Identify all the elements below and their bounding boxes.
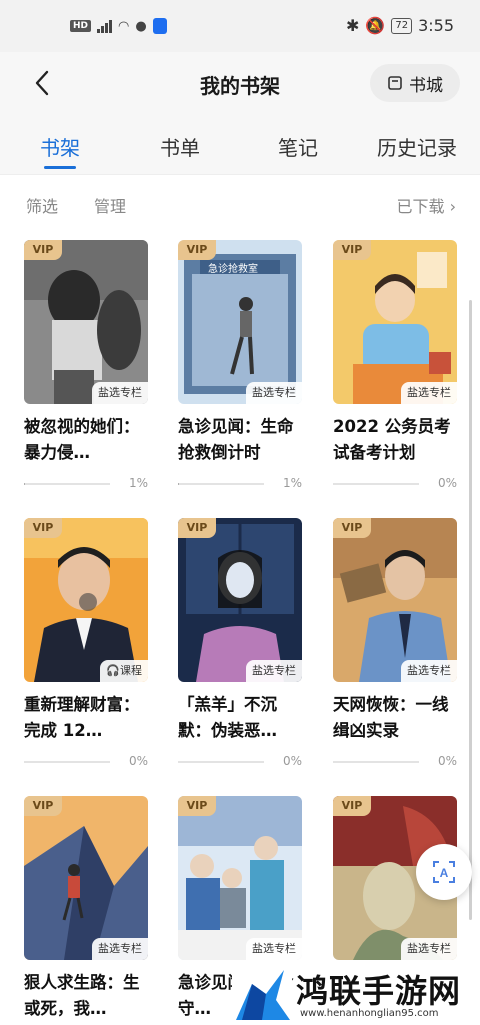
app-shield-icon — [152, 18, 167, 34]
bookstore-label: 书城 — [409, 75, 443, 96]
book-cover[interactable]: VIP 盐选专栏 — [178, 518, 302, 682]
nav-bar: 我的书架 书城 — [0, 52, 480, 118]
chevron-right-icon: › — [449, 197, 456, 216]
book-card[interactable]: VIP 🎧课程 重新理解财富：完成 12… 0% — [24, 518, 148, 770]
tab-bar: 书架 书单 笔记 历史记录 — [0, 118, 480, 174]
book-cover[interactable]: 急诊抢救室 VIP 盐选专栏 — [178, 240, 302, 404]
headphones-icon: 🎧 — [106, 664, 120, 677]
reading-progress: 0% — [178, 754, 302, 770]
column-tag: 盐选专栏 — [401, 382, 457, 404]
4g-signal-icon — [97, 19, 113, 33]
watermark-url: www.henanhonglian95.com — [300, 1008, 439, 1019]
book-cover[interactable]: VIP 盐选专栏 — [24, 240, 148, 404]
text-recognition-button[interactable]: A — [416, 844, 472, 900]
hd-icon: HD — [70, 20, 92, 32]
book-card[interactable]: VIP 盐选专栏 被忽视的她们：暴力侵… 1% — [24, 240, 148, 492]
column-tag: 盐选专栏 — [246, 382, 302, 404]
book-title: 急诊见闻：生命抢救倒计时 — [178, 417, 294, 462]
tab-bookshelf[interactable]: 书架 — [40, 132, 80, 161]
book-cover[interactable]: VIP 盐选专栏 — [333, 240, 457, 404]
vip-badge: VIP — [333, 518, 371, 538]
book-cover[interactable]: VIP 盐选专栏 — [178, 796, 302, 960]
column-tag: 盐选专栏 — [92, 382, 148, 404]
reading-progress: 0% — [24, 754, 148, 770]
vip-badge: VIP — [333, 796, 371, 816]
downloaded-link[interactable]: 已下载 › — [396, 193, 456, 217]
vip-badge: VIP — [333, 240, 371, 260]
reading-progress: 1% — [178, 476, 302, 492]
cover-illustration — [333, 240, 457, 404]
clock: 3:55 — [418, 16, 454, 35]
book-cover[interactable]: VIP 🎧课程 — [24, 518, 148, 682]
reading-progress: 0% — [333, 476, 457, 492]
cover-sign: 急诊抢救室 — [208, 264, 258, 275]
progress-percent: 1% — [282, 476, 302, 490]
mute-icon: 🔕 — [365, 16, 386, 35]
vip-badge: VIP — [178, 796, 216, 816]
progress-percent: 0% — [437, 476, 457, 490]
reading-progress: 1% — [24, 476, 148, 492]
book-title: 重新理解财富：完成 12… — [24, 695, 140, 740]
vip-badge: VIP — [24, 796, 62, 816]
bluetooth-icon: ✱ — [346, 16, 360, 35]
book-title: 天网恢恢：一线缉凶实录 — [333, 695, 449, 740]
tab-notes[interactable]: 笔记 — [278, 132, 318, 161]
cover-illustration — [24, 240, 148, 404]
scan-text-icon: A — [433, 861, 455, 883]
cover-illustration — [24, 796, 148, 960]
filter-button[interactable]: 筛选 — [26, 193, 58, 217]
book-cover[interactable]: VIP 盐选专栏 — [24, 796, 148, 960]
column-tag: 盐选专栏 — [401, 660, 457, 682]
book-title: 2022 公务员考试备考计划 — [333, 417, 451, 462]
scrollbar[interactable] — [469, 300, 472, 920]
book-title: 「羔羊」不沉默：伪装恶… — [178, 695, 277, 740]
vip-badge: VIP — [24, 518, 62, 538]
watermark-text: 鸿联手游网 — [296, 972, 462, 1010]
course-tag: 🎧课程 — [100, 660, 148, 682]
column-tag: 盐选专栏 — [92, 938, 148, 960]
vip-badge: VIP — [178, 240, 216, 260]
column-tag: 盐选专栏 — [401, 938, 457, 960]
shelf-toolbar: 筛选 管理 已下载 › — [0, 174, 480, 230]
site-watermark: 鸿联手游网 www.henanhonglian95.com — [232, 964, 480, 1025]
progress-percent: 0% — [282, 754, 302, 768]
status-left-icons: HD ◠ ● — [70, 18, 167, 34]
book-card[interactable]: 急诊抢救室 VIP 盐选专栏 急诊见闻：生命抢救倒计时 1% — [178, 240, 302, 492]
status-bar: HD ◠ ● ✱ 🔕 72 3:55 — [0, 0, 480, 52]
vip-badge: VIP — [24, 240, 62, 260]
bookstore-button[interactable]: 书城 — [370, 64, 460, 102]
wechat-icon: ● — [135, 18, 147, 34]
cover-illustration — [24, 518, 148, 682]
progress-percent: 1% — [128, 476, 148, 490]
reading-progress: 0% — [333, 754, 457, 770]
cover-illustration — [178, 518, 302, 682]
progress-percent: 0% — [437, 754, 457, 768]
vip-badge: VIP — [178, 518, 216, 538]
book-card[interactable]: VIP 盐选专栏 2022 公务员考试备考计划 0% — [333, 240, 457, 492]
wifi-icon: ◠ — [118, 18, 130, 34]
active-tab-indicator — [44, 166, 76, 169]
book-card[interactable]: VIP 盐选专栏 天网恢恢：一线缉凶实录 0% — [333, 518, 457, 770]
status-right: ✱ 🔕 72 3:55 — [346, 16, 454, 35]
progress-percent: 0% — [128, 754, 148, 768]
book-store-icon — [388, 76, 402, 90]
cover-illustration — [178, 796, 302, 960]
manage-button[interactable]: 管理 — [94, 193, 126, 217]
cover-illustration — [333, 518, 457, 682]
tab-history[interactable]: 历史记录 — [377, 132, 457, 161]
svg-text:A: A — [440, 866, 449, 880]
book-title: 狠人求生路：生或死，我… — [24, 973, 140, 1018]
book-title: 被忽视的她们：暴力侵… — [24, 417, 140, 462]
tab-booklist[interactable]: 书单 — [160, 132, 200, 161]
downloaded-label: 已下载 — [396, 197, 445, 216]
book-cover[interactable]: VIP 盐选专栏 — [333, 518, 457, 682]
column-tag: 盐选专栏 — [246, 938, 302, 960]
horse-logo-icon — [232, 964, 292, 1024]
battery-icon: 72 — [391, 17, 413, 34]
column-tag: 盐选专栏 — [246, 660, 302, 682]
book-card[interactable]: VIP 盐选专栏 狠人求生路：生或死，我… — [24, 796, 148, 1022]
book-card[interactable]: VIP 盐选专栏 「羔羊」不沉默：伪装恶… 0% — [178, 518, 302, 770]
